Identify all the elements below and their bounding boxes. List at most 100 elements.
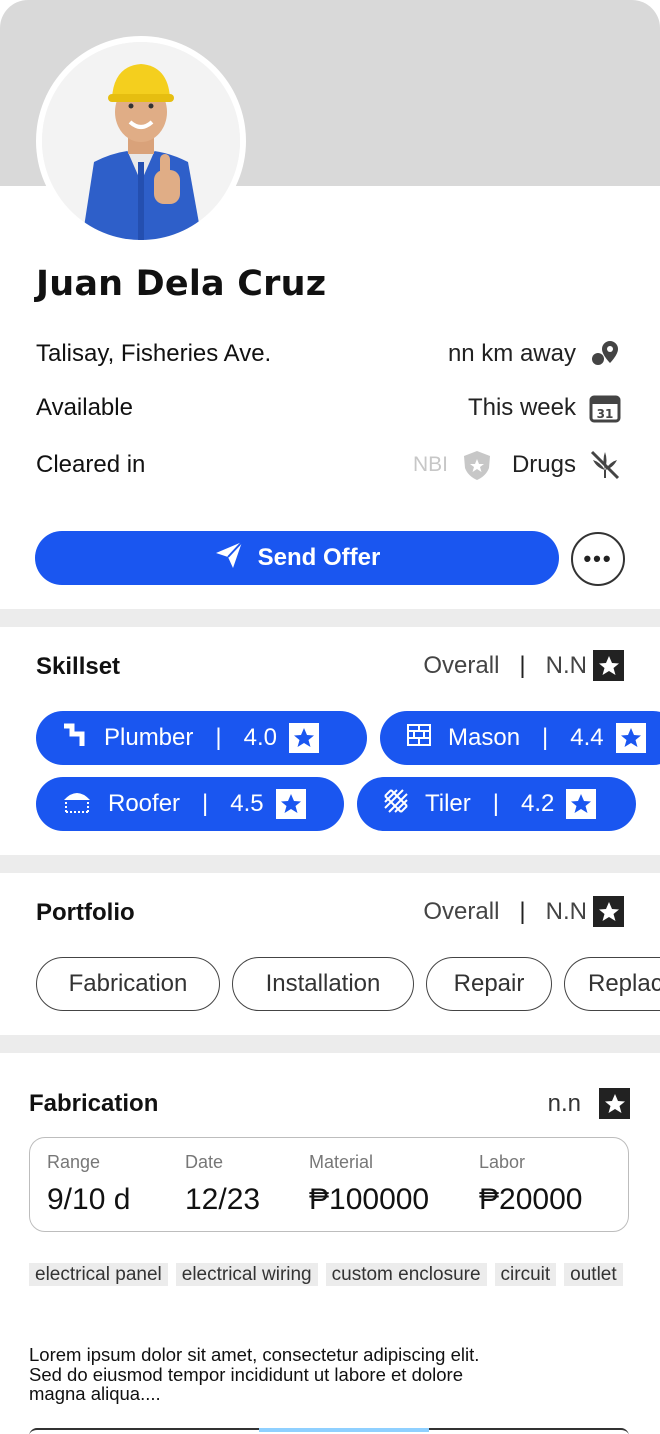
stat-value: ₱20000	[479, 1183, 583, 1216]
roof-icon	[62, 788, 92, 821]
star-icon	[288, 723, 319, 753]
skill-pill-roofer[interactable]: Roofer | 4.5	[36, 777, 344, 831]
clearance-row: Cleared in NBI Drugs	[36, 445, 622, 485]
no-drugs-icon	[588, 448, 622, 482]
skillset-title: Skillset	[36, 653, 121, 680]
location-text: Talisay, Fisheries Ave.	[36, 340, 272, 367]
portfolio-tab-label: Repair	[453, 970, 525, 997]
stat-material: Material ₱100000	[309, 1152, 429, 1217]
tag[interactable]: outlet	[564, 1263, 623, 1286]
stat-value: ₱100000	[309, 1183, 430, 1216]
stat-value: 12/23	[185, 1183, 261, 1216]
star-icon	[593, 650, 624, 681]
map-pin-icon[interactable]	[588, 337, 622, 371]
description-line: Lorem ipsum dolor sit amet, consectetur …	[29, 1344, 480, 1365]
portfolio-tab-fabrication[interactable]: Fabrication	[36, 957, 220, 1011]
profile-card: Juan Dela Cruz Talisay, Fisheries Ave. n…	[0, 0, 660, 1434]
portfolio-tab-installation[interactable]: Installation	[232, 957, 414, 1011]
skill-name: Roofer	[108, 790, 181, 817]
portfolio-overall: Overall | N.N	[423, 896, 624, 927]
project-stats-box: Range 9/10 d Date 12/23 Material ₱100000…	[29, 1137, 629, 1232]
portfolio-title: Portfolio	[36, 899, 135, 926]
image-edge	[259, 1428, 429, 1432]
star-icon	[566, 789, 597, 819]
location-row: Talisay, Fisheries Ave. nn km away	[36, 334, 622, 374]
avatar-photo	[42, 42, 240, 240]
project-score-value: n.n	[547, 1089, 581, 1117]
overall-separator: |	[519, 651, 526, 679]
stat-label: Date	[185, 1152, 224, 1172]
stat-range: Range 9/10 d	[47, 1152, 130, 1217]
star-icon	[615, 723, 646, 753]
stat-label: Material	[309, 1152, 374, 1172]
pipe-icon	[62, 722, 88, 755]
project-image-preview[interactable]	[29, 1428, 629, 1434]
skill-separator: |	[542, 724, 549, 751]
star-icon	[275, 789, 306, 819]
stat-label: Labor	[479, 1152, 526, 1172]
profile-name: Juan Dela Cruz	[36, 264, 327, 304]
skillset-overall: Overall | N.N	[423, 650, 624, 681]
more-icon: •••	[583, 546, 613, 571]
section-divider	[0, 855, 660, 873]
tile-icon	[383, 788, 409, 821]
cleared-label: Cleared in	[36, 451, 146, 478]
description-line: Sed do eiusmod tempor incididunt ut labo…	[29, 1363, 463, 1385]
skill-rating: 4.2	[521, 790, 555, 817]
overall-separator: |	[519, 897, 526, 925]
portfolio-tab-replace[interactable]: Replac	[564, 957, 660, 1011]
portfolio-tab-repair[interactable]: Repair	[426, 957, 552, 1011]
skill-pill-plumber[interactable]: Plumber | 4.0	[36, 711, 367, 765]
tag[interactable]: circuit	[494, 1263, 557, 1286]
skill-rating: 4.4	[570, 724, 604, 751]
portfolio-tab-label: Replac	[588, 970, 660, 997]
distance-text: nn km away	[447, 340, 576, 367]
skill-rating: 4.5	[230, 790, 264, 817]
overall-value: N.N	[545, 897, 587, 925]
avatar[interactable]	[36, 36, 246, 246]
brick-icon	[406, 722, 432, 755]
skill-separator: |	[215, 724, 222, 751]
portfolio-tab-label: Fabrication	[68, 970, 188, 997]
skill-name: Plumber	[104, 724, 194, 751]
calendar-icon[interactable]: 31	[588, 391, 622, 425]
skill-pill-mason[interactable]: Mason | 4.4	[380, 711, 660, 765]
availability-value: This week	[467, 394, 576, 421]
skill-name: Mason	[448, 724, 521, 751]
send-icon	[214, 540, 244, 577]
skill-rating: 4.0	[243, 724, 277, 751]
more-options-button[interactable]: •••	[571, 532, 625, 586]
tag[interactable]: electrical wiring	[175, 1263, 318, 1286]
svg-text:31: 31	[597, 407, 614, 421]
send-offer-button[interactable]: Send Offer	[35, 531, 559, 585]
skill-separator: |	[202, 790, 209, 817]
overall-label: Overall	[423, 897, 500, 925]
shield-icon	[460, 448, 494, 482]
skill-name: Tiler	[425, 790, 471, 817]
skill-pill-tiler[interactable]: Tiler | 4.2	[357, 777, 636, 831]
section-divider	[0, 609, 660, 627]
nbi-label: NBI	[412, 453, 448, 476]
tag[interactable]: custom enclosure	[325, 1263, 487, 1286]
availability-label: Available	[36, 394, 133, 421]
stat-labor: Labor ₱20000	[479, 1152, 582, 1217]
drugs-label: Drugs	[511, 451, 576, 478]
project-tags: electrical panel electrical wiring custo…	[29, 1263, 629, 1286]
project-description: Lorem ipsum dolor sit amet, consectetur …	[29, 1345, 549, 1404]
project-title: Fabrication	[29, 1090, 159, 1117]
star-icon	[599, 1088, 630, 1119]
overall-value: N.N	[545, 651, 587, 679]
portfolio-tab-label: Installation	[265, 970, 381, 997]
overall-label: Overall	[423, 651, 500, 679]
star-icon	[593, 896, 624, 927]
tag[interactable]: electrical panel	[29, 1263, 168, 1286]
description-line: magna aliqua....	[29, 1383, 161, 1404]
stat-value: 9/10 d	[47, 1183, 131, 1216]
stat-date: Date 12/23	[185, 1152, 260, 1217]
section-divider	[0, 1035, 660, 1053]
stat-label: Range	[47, 1152, 101, 1172]
availability-row: Available This week 31	[36, 388, 622, 428]
project-score: n.n	[548, 1088, 630, 1119]
skill-separator: |	[492, 790, 500, 817]
send-offer-label: Send Offer	[257, 544, 381, 571]
